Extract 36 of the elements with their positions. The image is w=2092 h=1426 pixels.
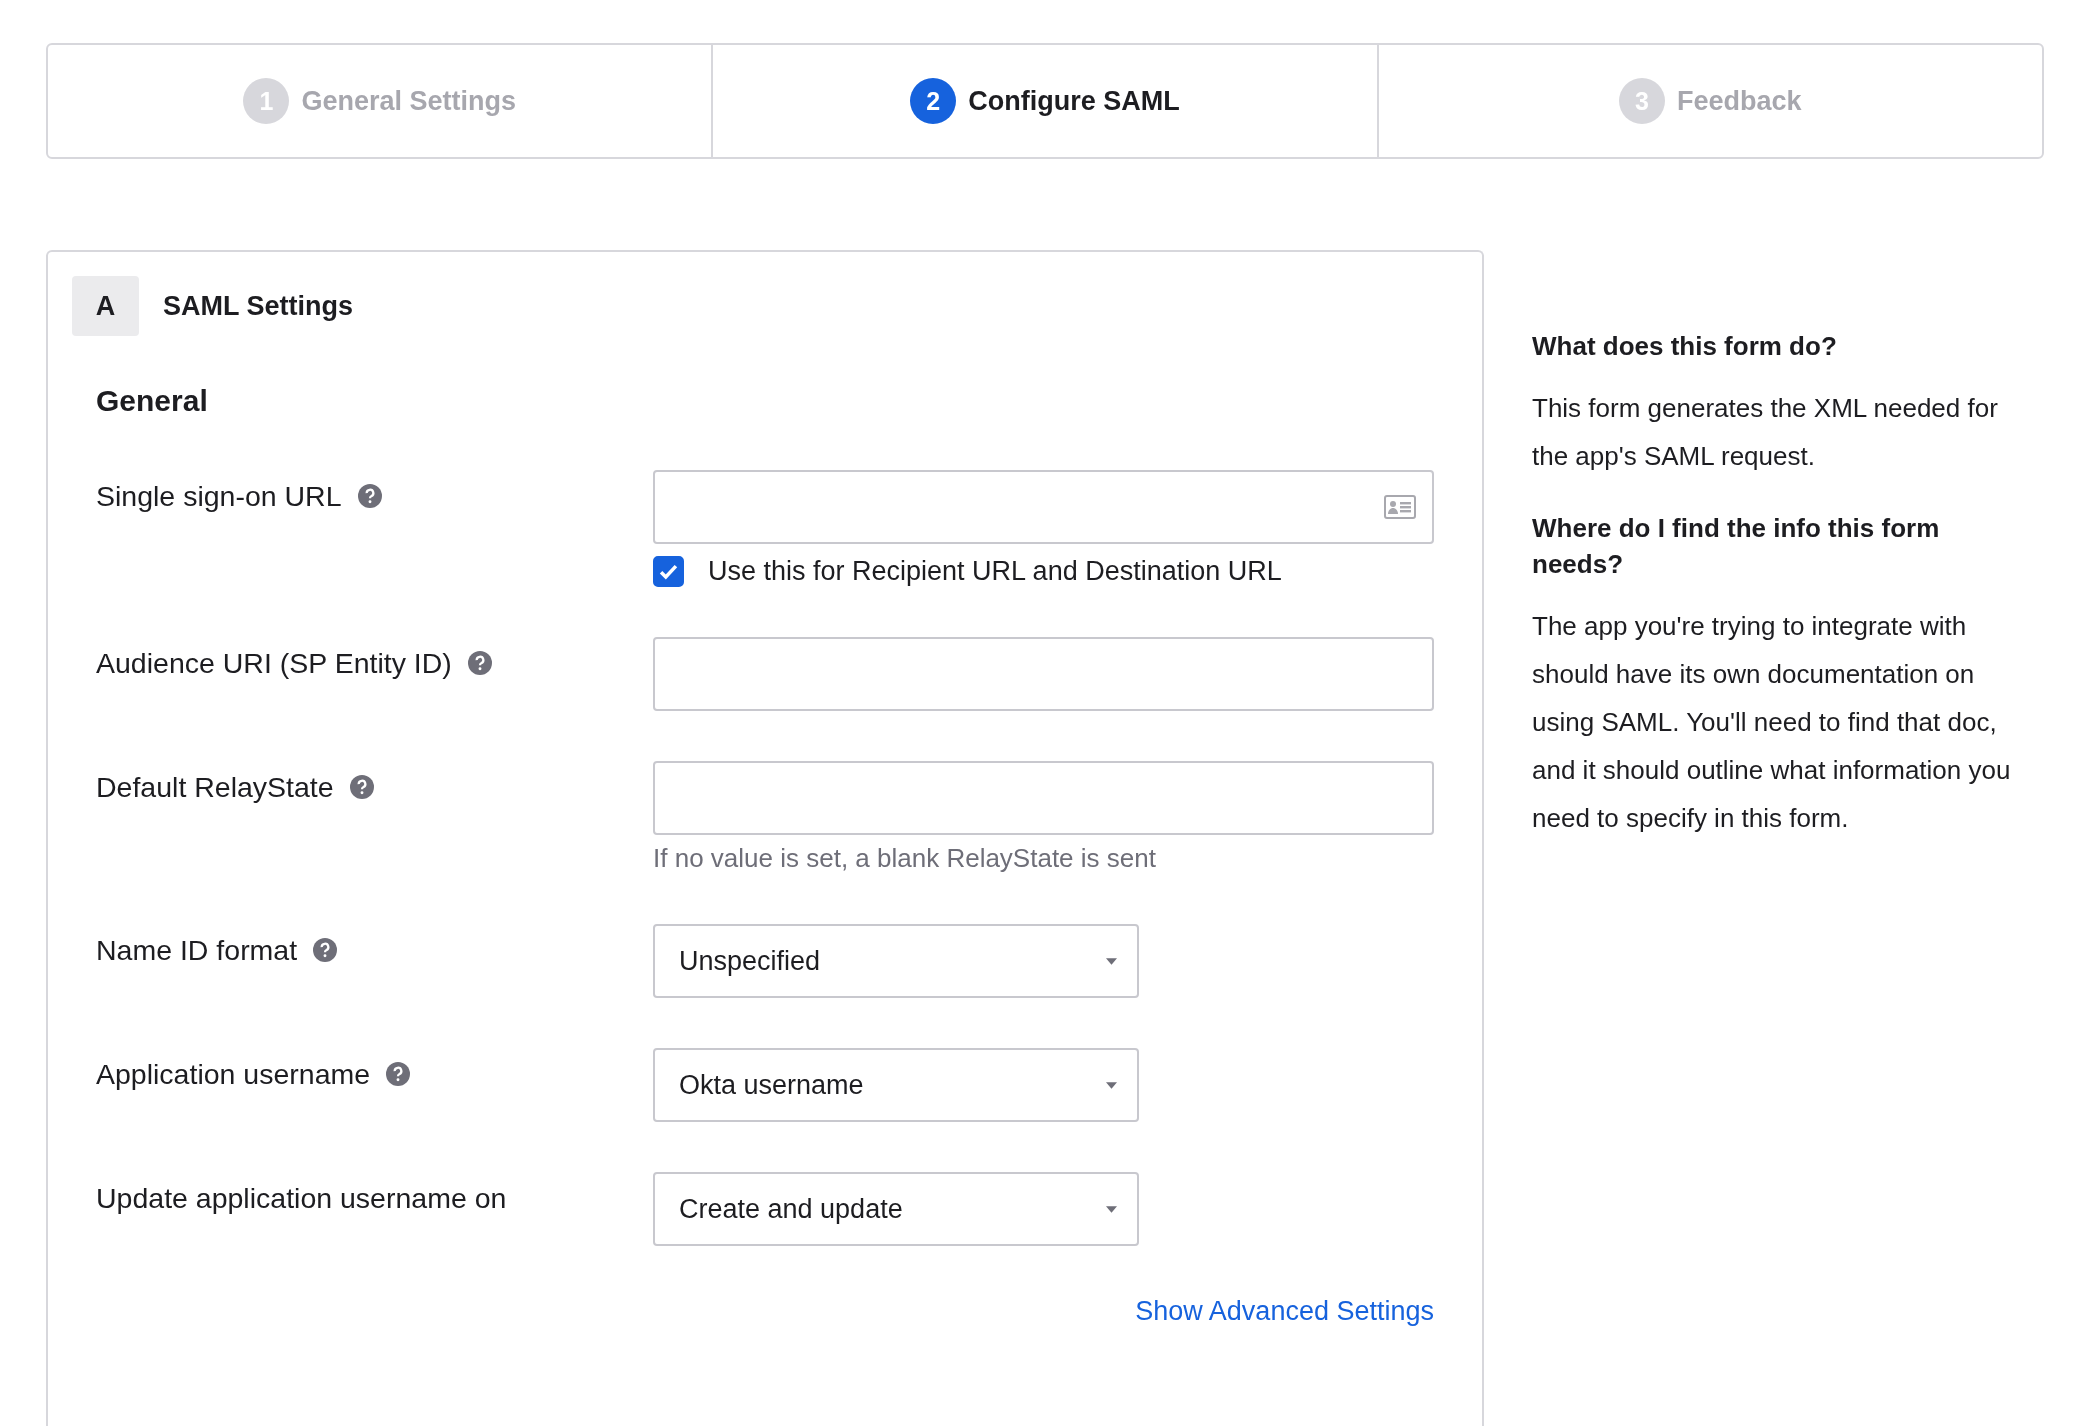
- help-text: This form generates the XML needed for the app's SAML request.: [1532, 392, 1999, 473]
- wizard-step[interactable]: 2 Configure SAML: [711, 45, 1377, 157]
- dropdown-select[interactable]: Create and update: [653, 1172, 1139, 1246]
- section-letter: A: [72, 276, 139, 336]
- field-label: Audience URI (SP Entity ID): [96, 647, 452, 680]
- field-label: Name ID format: [96, 934, 298, 967]
- step-label: Feedback: [1677, 85, 1802, 117]
- field-label: Single sign-on URL: [96, 480, 342, 513]
- show-advanced-settings-link[interactable]: Show Advanced Settings: [1135, 1296, 1434, 1327]
- section-title: SAML Settings: [163, 290, 353, 322]
- section-heading: General: [96, 384, 209, 418]
- field-hint: If no value is set, a blank RelayState is sent: [653, 843, 1157, 874]
- help-text: The app you're trying to integrate with should have its own documentation on using SAML. You'll need to find that doc, and it should outline what information you need to specify in this form.: [1532, 610, 2012, 835]
- dropdown-select[interactable]: Okta username: [653, 1048, 1139, 1122]
- help-icon[interactable]: [386, 1062, 411, 1086]
- help-icon[interactable]: [357, 484, 382, 508]
- field-label: Update application username on: [96, 1182, 507, 1215]
- help-icon[interactable]: [467, 651, 492, 675]
- field-label: Application username: [96, 1058, 371, 1091]
- text-input-field[interactable]: [653, 637, 1434, 711]
- field-label: Default RelayState: [96, 771, 334, 804]
- dropdown-select[interactable]: Unspecified: [653, 924, 1139, 998]
- text-input-field[interactable]: [653, 470, 1434, 544]
- caret-icon: [1106, 1205, 1117, 1213]
- checkbox[interactable]: [653, 556, 684, 587]
- help-heading: Where do I find the info this form needs?: [1532, 512, 1941, 581]
- help-heading: What does this form do?: [1532, 330, 1838, 363]
- checkbox-label: Use this for Recipient URL and Destination URL: [708, 556, 1282, 587]
- help-icon[interactable]: [313, 938, 338, 962]
- caret-icon: [1106, 1081, 1117, 1089]
- step-number: 2: [910, 78, 957, 124]
- step-label: Configure SAML: [968, 85, 1180, 117]
- step-label: General Settings: [301, 85, 516, 117]
- caret-icon: [1106, 957, 1117, 965]
- text-input-field[interactable]: [653, 761, 1434, 835]
- help-icon[interactable]: [349, 775, 374, 799]
